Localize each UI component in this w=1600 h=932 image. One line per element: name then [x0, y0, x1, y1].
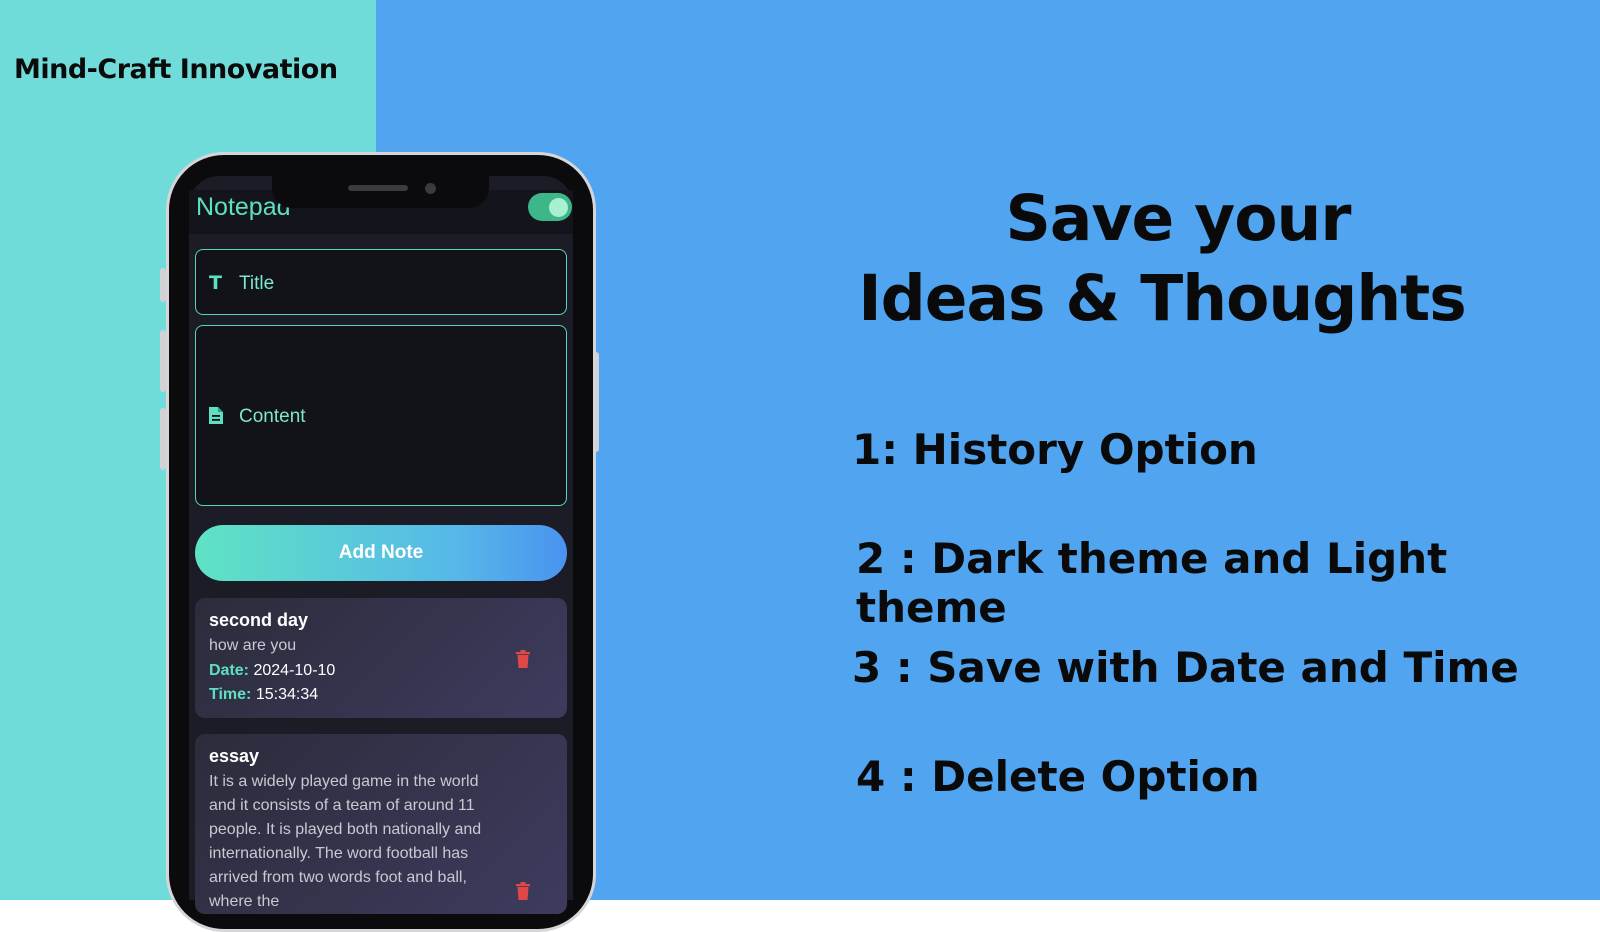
- headline-line-2: Ideas & Thoughts: [858, 262, 1467, 335]
- feature-history: 1: History Option: [852, 425, 1258, 474]
- trash-icon[interactable]: [515, 650, 531, 668]
- note-time: Time: 15:34:34: [209, 686, 318, 704]
- phone-camera: [425, 183, 436, 194]
- document-icon: [209, 407, 223, 424]
- content-placeholder: Content: [239, 406, 306, 427]
- note-content: It is a widely played game in the world …: [209, 773, 482, 910]
- date-key: Date:: [209, 662, 250, 679]
- brand-name: Mind-Craft Innovation: [14, 54, 338, 85]
- date-value: 2024-10-10: [253, 662, 336, 679]
- note-title: essay: [209, 746, 260, 766]
- phone-speaker: [348, 185, 408, 191]
- theme-toggle-knob: [549, 198, 568, 217]
- time-key: Time:: [209, 686, 252, 703]
- headline-line-1: Save your: [1005, 182, 1352, 255]
- trash-icon[interactable]: [515, 882, 531, 900]
- phone-notch: [272, 176, 489, 208]
- note-card[interactable]: essay It is a widely played game in the …: [195, 734, 567, 914]
- note-date: Date: 2024-10-10: [209, 662, 335, 680]
- text-format-icon: T: [209, 272, 222, 294]
- feature-delete: 4 : Delete Option: [856, 752, 1260, 801]
- title-placeholder: Title: [239, 273, 275, 294]
- feature-date-time: 3 : Save with Date and Time: [852, 643, 1519, 692]
- note-content: how are you: [209, 637, 297, 654]
- note-title: second day: [209, 610, 309, 630]
- time-value: 15:34:34: [255, 686, 319, 703]
- note-card[interactable]: second day how are you Date: 2024-10-10 …: [195, 598, 567, 718]
- feature-theme: 2 : Dark theme and Light theme: [856, 534, 1448, 632]
- add-note-button[interactable]: Add Note: [195, 525, 567, 581]
